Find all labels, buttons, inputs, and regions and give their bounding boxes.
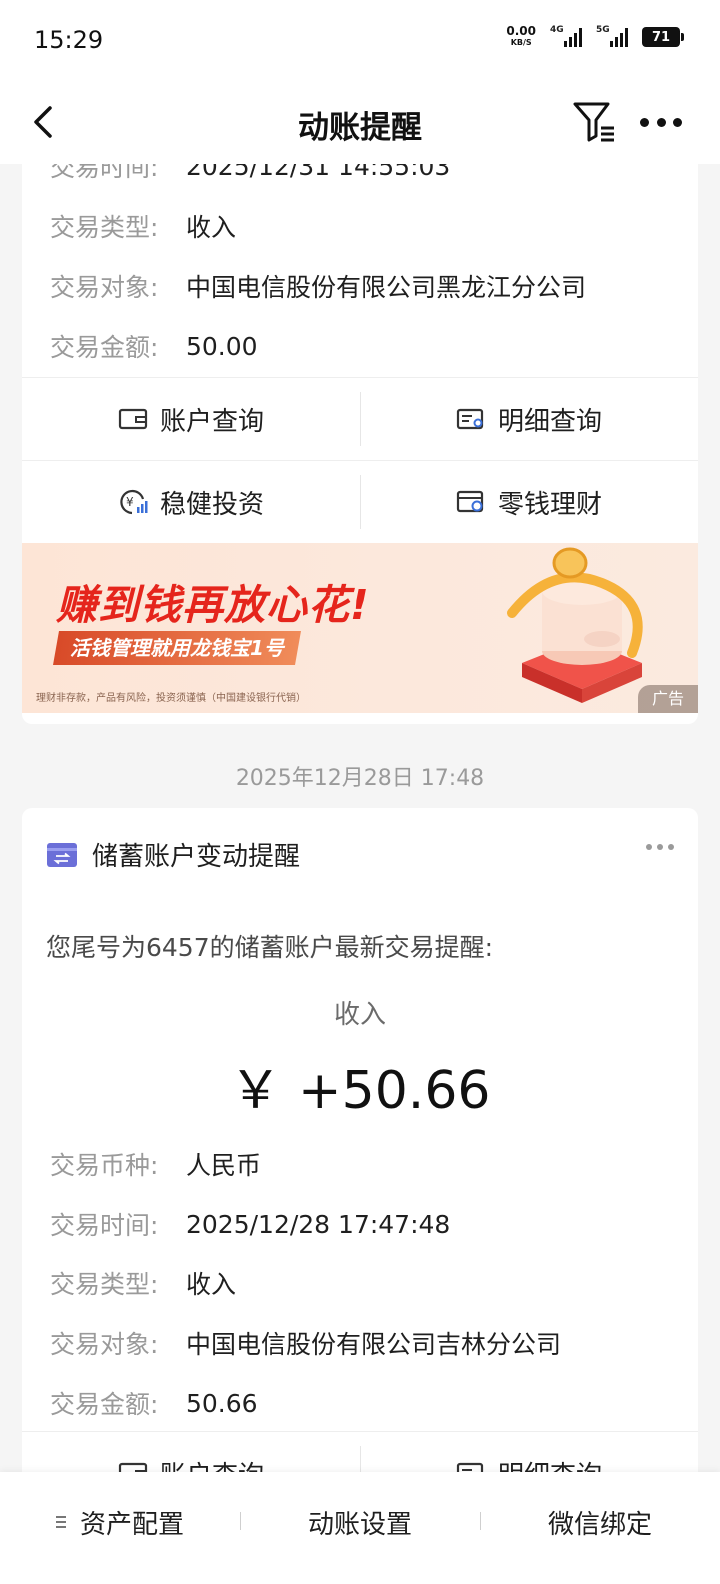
card-intro: 您尾号为6457的储蓄账户最新交易提醒:: [46, 933, 494, 962]
action-grid: 账户查询 明细查询 ¥ 稳健投资 零钱理财: [22, 377, 698, 543]
signal-4g-icon: 4G: [550, 25, 582, 47]
wallet-icon: [118, 1462, 148, 1472]
ad-subtitle: 活钱管理就用龙钱宝1号: [53, 631, 301, 665]
list-search-icon: [456, 408, 484, 430]
transfer-card-icon: [47, 842, 77, 867]
transaction-card: 交易时间: 2025/12/31 14:55:03 交易类型: 收入 交易对象:…: [22, 164, 698, 724]
ad-disclaimer: 理财非存款，产品有风险，投资须谨慎（中国建设银行代销）: [36, 693, 306, 704]
ad-banner[interactable]: 赚到钱再放心花! 活钱管理就用龙钱宝1号 理财非存款，产品有风险，投资须谨慎（中…: [22, 543, 698, 713]
detail-query-button[interactable]: 明细查询: [360, 1432, 698, 1472]
row-amount: 交易金额: 50.00: [50, 331, 258, 363]
row-counterparty: 交易对象: 中国电信股份有限公司吉林分公司: [50, 1330, 562, 1359]
ad-tag: 广告: [638, 685, 698, 713]
yuan-chart-icon: ¥: [120, 489, 148, 515]
account-query-button[interactable]: 账户查询: [22, 378, 360, 460]
row-time: 交易时间: 2025/12/28 17:47:48: [50, 1209, 451, 1241]
svg-text:¥: ¥: [126, 495, 134, 509]
status-icons: 0.00 KB/S 4G 5G 71: [506, 24, 684, 48]
action-grid: 账户查询 明细查询: [22, 1431, 698, 1472]
row-counterparty: 交易对象: 中国电信股份有限公司黑龙江分公司: [50, 273, 587, 302]
more-dot-icon: [656, 117, 666, 127]
row-time: 交易时间: 2025/12/31 14:55:03: [50, 164, 451, 182]
date-separator: 2025年12月28日 17:48: [235, 766, 485, 791]
more-options-button[interactable]: [636, 102, 686, 142]
row-type: 交易类型: 收入: [50, 1270, 237, 1299]
row-amount: 交易金额: 50.66: [50, 1388, 258, 1420]
asset-allocation-button[interactable]: 资产配置: [0, 1472, 240, 1584]
more-dot-icon: [646, 844, 652, 850]
ad-title: 赚到钱再放心花!: [56, 581, 370, 629]
detail-query-button[interactable]: 明细查询: [360, 378, 698, 460]
filter-button[interactable]: [570, 98, 618, 146]
card-more-button[interactable]: [646, 844, 674, 850]
gold-coin-illustration-icon: [507, 547, 643, 703]
transaction-type-label: 收入: [333, 1000, 386, 1030]
row-currency: 交易币种: 人民币: [50, 1151, 262, 1180]
card-header-title: 储蓄账户变动提醒: [92, 842, 301, 872]
transaction-amount: ￥ +50.66: [229, 1061, 491, 1121]
stable-invest-button[interactable]: ¥ 稳健投资: [22, 461, 360, 543]
notification-settings-button[interactable]: 动账设置: [240, 1472, 480, 1584]
card-header: 储蓄账户变动提醒: [46, 836, 300, 873]
filter-icon: [573, 102, 614, 142]
status-bar: 15:29 0.00 KB/S 4G 5G 71: [0, 0, 720, 80]
transaction-card: 储蓄账户变动提醒 您尾号为6457的储蓄账户最新交易提醒: 收入 ￥ +50.6…: [22, 808, 698, 1472]
wallet-icon: [118, 408, 148, 430]
wechat-binding-button[interactable]: 微信绑定: [480, 1472, 720, 1584]
more-dot-icon: [673, 117, 682, 127]
change-finance-button[interactable]: 零钱理财: [360, 461, 698, 543]
signal-5g-icon: 5G: [596, 25, 628, 47]
status-time: 15:29: [34, 26, 104, 54]
message-list[interactable]: 交易时间: 2025/12/31 14:55:03 交易类型: 收入 交易对象:…: [0, 164, 720, 1472]
row-type: 交易类型: 收入: [50, 213, 237, 242]
more-dot-icon: [640, 117, 649, 127]
list-search-icon: [456, 1462, 484, 1472]
nav-bar: 动账提醒: [0, 80, 720, 164]
wallet-coin-icon: [456, 490, 484, 513]
battery-icon: 71: [642, 27, 684, 47]
account-query-button[interactable]: 账户查询: [22, 1432, 360, 1472]
more-dot-icon: [657, 844, 663, 850]
menu-icon: [55, 1516, 66, 1528]
bottom-bar: 资产配置 动账设置 微信绑定: [0, 1472, 720, 1584]
network-speed: 0.00 KB/S: [506, 24, 536, 47]
more-dot-icon: [668, 844, 674, 850]
